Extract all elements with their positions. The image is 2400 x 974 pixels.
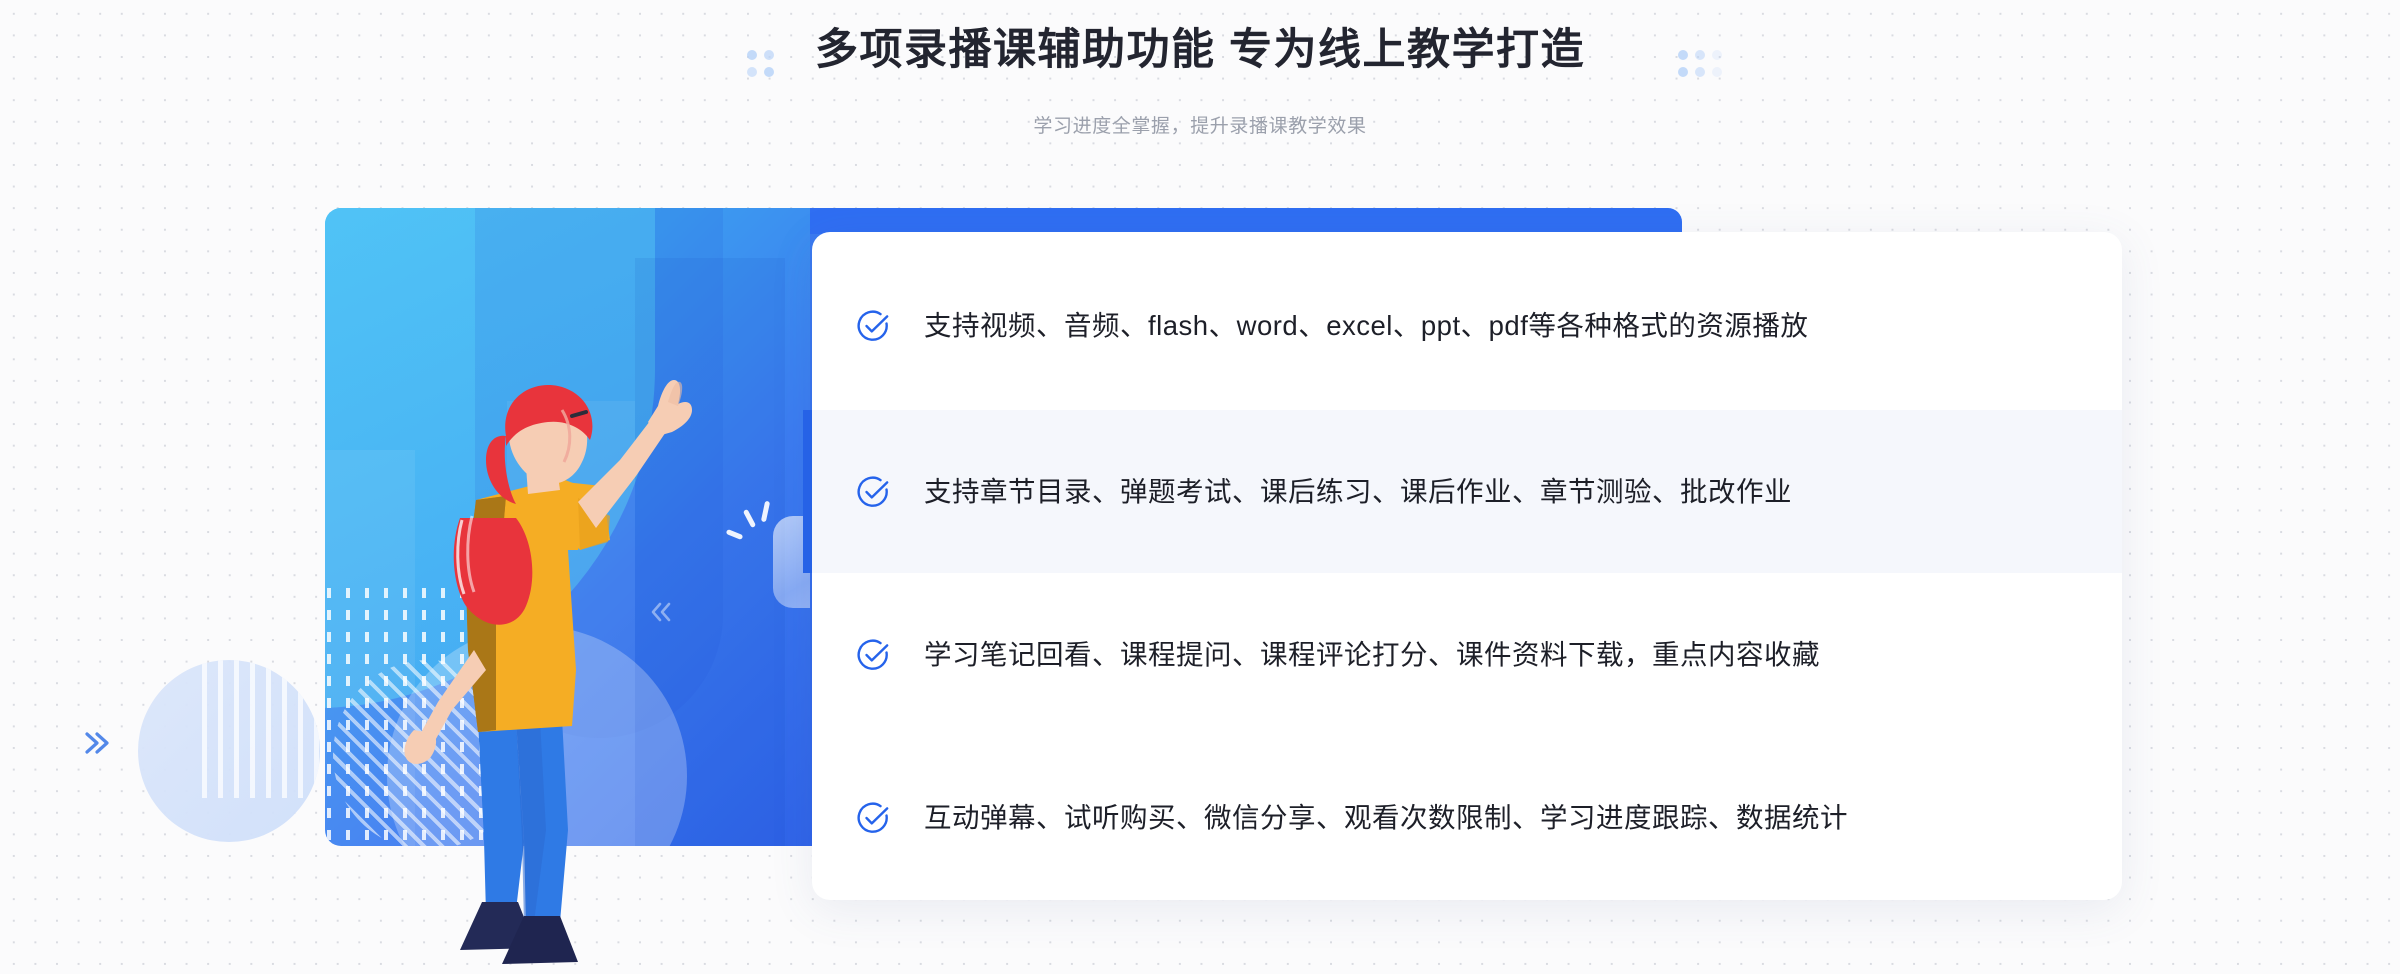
- decorative-dot-cluster-right: [1678, 50, 1722, 77]
- decorative-striped-circle: [196, 648, 326, 798]
- feature-card: 支持视频、音频、flash、word、excel、ppt、pdf等各种格式的资源…: [812, 232, 2122, 900]
- card-backdrop-bar: [700, 208, 1682, 234]
- feature-row[interactable]: 支持章节目录、弹题考试、课后练习、课后作业、章节测验、批改作业: [812, 410, 2122, 573]
- feature-text: 互动弹幕、试听购买、微信分享、观看次数限制、学习进度跟踪、数据统计: [924, 801, 1848, 833]
- page-title: 多项录播课辅助功能 专为线上教学打造: [815, 26, 1585, 74]
- feature-row[interactable]: 支持视频、音频、flash、word、excel、ppt、pdf等各种格式的资源…: [812, 244, 2122, 407]
- feature-list: 支持视频、音频、flash、word、excel、ppt、pdf等各种格式的资源…: [812, 232, 2122, 900]
- header: 多项录播课辅助功能 专为线上教学打造 学习进度全掌握，提升录播课教学效果: [0, 0, 2400, 175]
- feature-text: 支持视频、音频、flash、word、excel、ppt、pdf等各种格式的资源…: [924, 309, 1809, 341]
- sparkle-icon: [725, 500, 775, 546]
- feature-text: 学习笔记回看、课程提问、课程评论打分、课件资料下载，重点内容收藏: [924, 638, 1820, 670]
- page-subtitle: 学习进度全掌握，提升录播课教学效果: [1033, 116, 1367, 137]
- check-circle-icon: [856, 638, 890, 672]
- feature-row[interactable]: 学习笔记回看、课程提问、课程评论打分、课件资料下载，重点内容收藏: [812, 573, 2122, 736]
- check-circle-icon: [856, 309, 890, 343]
- check-circle-icon: [856, 475, 890, 509]
- decorative-dot-cluster-left: [747, 50, 774, 77]
- promo-banner: 多项录播课辅助功能 专为线上教学打造 学习进度全掌握，提升录播课教学效果 支持视…: [0, 0, 2400, 974]
- feature-row[interactable]: 互动弹幕、试听购买、微信分享、观看次数限制、学习进度跟踪、数据统计: [812, 736, 2122, 899]
- person-illustration: [404, 380, 692, 964]
- chevron-double-right-icon: [78, 726, 112, 760]
- feature-text: 支持章节目录、弹题考试、课后练习、课后作业、章节测验、批改作业: [924, 475, 1792, 507]
- check-circle-icon: [856, 801, 890, 835]
